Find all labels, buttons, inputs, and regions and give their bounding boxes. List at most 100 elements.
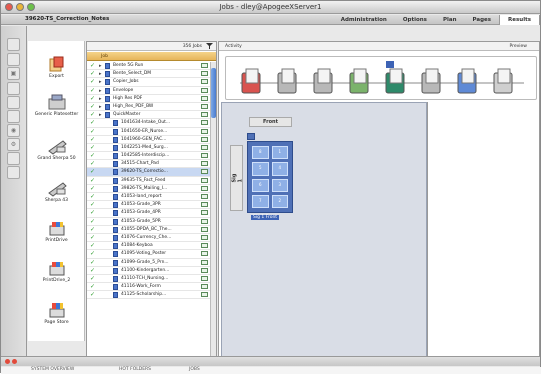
job-row[interactable]: ✓ 41084-Keyboa — [87, 242, 210, 251]
job-row[interactable]: ✓ 41095-Voting_Poster — [87, 250, 210, 259]
job-row[interactable]: ✓ 39620-TS_Correctio... — [87, 168, 210, 177]
job-row[interactable]: ✓ 41055-DPDA_BC_The... — [87, 226, 210, 234]
job-row[interactable]: ✓ 39826-TS_Mailing_I... — [87, 185, 210, 193]
job-row[interactable]: ✓ 34515-Chart_Pad — [87, 160, 210, 169]
device-printdrive-2[interactable]: PrintDrive_2 — [28, 259, 85, 283]
job-folder-row[interactable]: ✓ ▸ High Res PDF — [87, 95, 210, 103]
press-sheet[interactable]: 81546372 — [247, 141, 293, 213]
disclosure-triangle-icon[interactable]: ▸ — [99, 104, 102, 110]
job-row[interactable]: ✓ 41100-Kindergarten... — [87, 267, 210, 275]
job-row[interactable]: ✓ 1041634-Intake_Out... — [87, 119, 210, 128]
disclosure-triangle-icon[interactable]: ▸ — [99, 112, 102, 118]
tab-system-overview[interactable]: SYSTEM OVERVIEW — [31, 367, 74, 372]
status-icon — [201, 259, 208, 265]
job-file-icon — [113, 267, 118, 274]
rail-button-10[interactable] — [7, 166, 20, 179]
status-icon — [201, 112, 208, 118]
tab-pages[interactable]: Pages — [465, 15, 500, 25]
disclosure-triangle-icon[interactable]: ▸ — [99, 63, 102, 69]
pdf-input-icon[interactable] — [241, 68, 261, 94]
job-row[interactable]: ✓ 41053-land_report — [87, 193, 210, 202]
separation-icon[interactable] — [421, 68, 441, 94]
tab-jobs[interactable]: JOBS — [189, 367, 200, 372]
normalize-icon[interactable] — [277, 68, 297, 94]
job-row[interactable]: ✓ 41099-Grade_5_Prn... — [87, 259, 210, 267]
disclosure-triangle-icon[interactable]: ▸ — [99, 96, 102, 102]
job-row[interactable]: ✓ 41053-Grade_4PR — [87, 209, 210, 218]
page-slot[interactable]: 6 — [252, 178, 269, 192]
job-list-scrollbar[interactable] — [210, 62, 216, 360]
disclosure-triangle-icon[interactable]: ▸ — [99, 79, 102, 85]
disclosure-triangle-icon[interactable]: ▸ — [99, 71, 102, 77]
job-row[interactable]: ✓ 41053-Grade_5PR — [87, 218, 210, 226]
filter-icon[interactable] — [206, 43, 213, 49]
job-row[interactable]: ✓ 41110-TCH_Nursing... — [87, 275, 210, 284]
job-file-icon — [113, 259, 118, 266]
job-row[interactable]: ✓ 41076-Currency_Che... — [87, 234, 210, 243]
job-file-icon — [113, 177, 118, 184]
job-row[interactable]: ✓ 1041960-GEN_FAC... — [87, 136, 210, 144]
page-slot[interactable]: 2 — [271, 194, 288, 208]
device-printdrive[interactable]: PrintDrive — [28, 219, 85, 243]
folder-icon — [105, 87, 110, 94]
tab-results[interactable]: Results — [499, 15, 540, 25]
job-column-header[interactable]: Job — [87, 52, 216, 61]
tab-plan[interactable]: Plan — [435, 15, 465, 25]
rail-button-5[interactable] — [7, 96, 20, 109]
job-row[interactable]: ✓ 1042585-Interdiscip... — [87, 152, 210, 161]
tab-administration[interactable]: Administration — [333, 15, 395, 25]
job-folder-row[interactable]: ✓ ▸ QuickMaster — [87, 111, 210, 120]
preview-label[interactable]: Preview — [509, 44, 527, 49]
display-icon[interactable]: ▣ — [7, 67, 20, 80]
activity-label[interactable]: Activity — [225, 44, 242, 49]
check-icon: ✓ — [90, 78, 96, 86]
job-folder-row[interactable]: ✓ ▸ Bente 5G Run — [87, 62, 210, 71]
job-row[interactable]: ✓ 1041650-ER_Nurse... — [87, 128, 210, 136]
job-name: High_Res_PDF_BW — [113, 103, 154, 109]
job-row[interactable]: ✓ 1042251-Med_Surg... — [87, 144, 210, 153]
job-folder-row[interactable]: ✓ ▸ Envelope — [87, 87, 210, 95]
render-icon[interactable] — [385, 68, 405, 94]
disclosure-triangle-icon[interactable]: ▸ — [99, 88, 102, 94]
page-slot[interactable]: 7 — [252, 194, 269, 208]
device-generic-platesetter[interactable]: Generic Platesetter — [28, 93, 85, 117]
preflight-icon[interactable] — [313, 68, 333, 94]
tab-hot-folders[interactable]: HOT FOLDERS — [119, 367, 151, 372]
job-folder-row[interactable]: ✓ ▸ Copier_Jobs — [87, 78, 210, 87]
job-column-label: Job — [101, 54, 108, 59]
device-sherpa-43[interactable]: Sherpa 43 — [28, 179, 85, 203]
job-file-icon — [113, 136, 118, 143]
settings-icon[interactable]: ⚙ — [7, 138, 20, 151]
job-file-icon — [113, 202, 118, 209]
page-slot[interactable]: 4 — [271, 162, 288, 176]
device-page-store[interactable]: Page Store — [28, 301, 85, 325]
scroll-thumb[interactable] — [211, 68, 216, 118]
job-file-icon — [113, 120, 118, 127]
job-file-icon — [113, 210, 118, 217]
rail-button-4[interactable] — [7, 82, 20, 95]
page-slot[interactable]: 3 — [271, 178, 288, 192]
job-row[interactable]: ✓ 39635-TS_Fact_Feed — [87, 177, 210, 185]
globe-icon[interactable]: ◉ — [7, 124, 20, 137]
rail-button-1[interactable] — [7, 38, 20, 51]
job-folder-row[interactable]: ✓ ▸ Bente_Select_DM — [87, 70, 210, 79]
tab-options[interactable]: Options — [395, 15, 435, 25]
job-row[interactable]: ✓ 41116-Work_Form — [87, 283, 210, 292]
device-label: PrintDrive_2 — [42, 278, 71, 283]
imposition-icon[interactable] — [349, 68, 369, 94]
job-row[interactable]: ✓ 41125-Scholarship... — [87, 291, 210, 300]
job-row[interactable]: ✓ 41053-Grade_3PR — [87, 201, 210, 210]
page-slot[interactable]: 5 — [252, 162, 269, 176]
page-slot[interactable]: 8 — [252, 146, 269, 160]
page-slot[interactable]: 1 — [271, 146, 288, 160]
printer-icon[interactable] — [493, 68, 513, 94]
rail-button-2[interactable] — [7, 53, 20, 66]
signature-tab[interactable]: Sig 1 — [230, 145, 244, 211]
rail-button-6[interactable] — [7, 110, 20, 123]
device-grand-sherpa-50[interactable]: Grand Sherpa 50 — [28, 137, 85, 161]
device-export[interactable]: Export — [28, 55, 85, 79]
job-folder-row[interactable]: ✓ ▸ High_Res_PDF_BW — [87, 103, 210, 112]
output-icon[interactable] — [457, 68, 477, 94]
status-icon — [201, 169, 208, 175]
rail-button-9[interactable] — [7, 152, 20, 165]
